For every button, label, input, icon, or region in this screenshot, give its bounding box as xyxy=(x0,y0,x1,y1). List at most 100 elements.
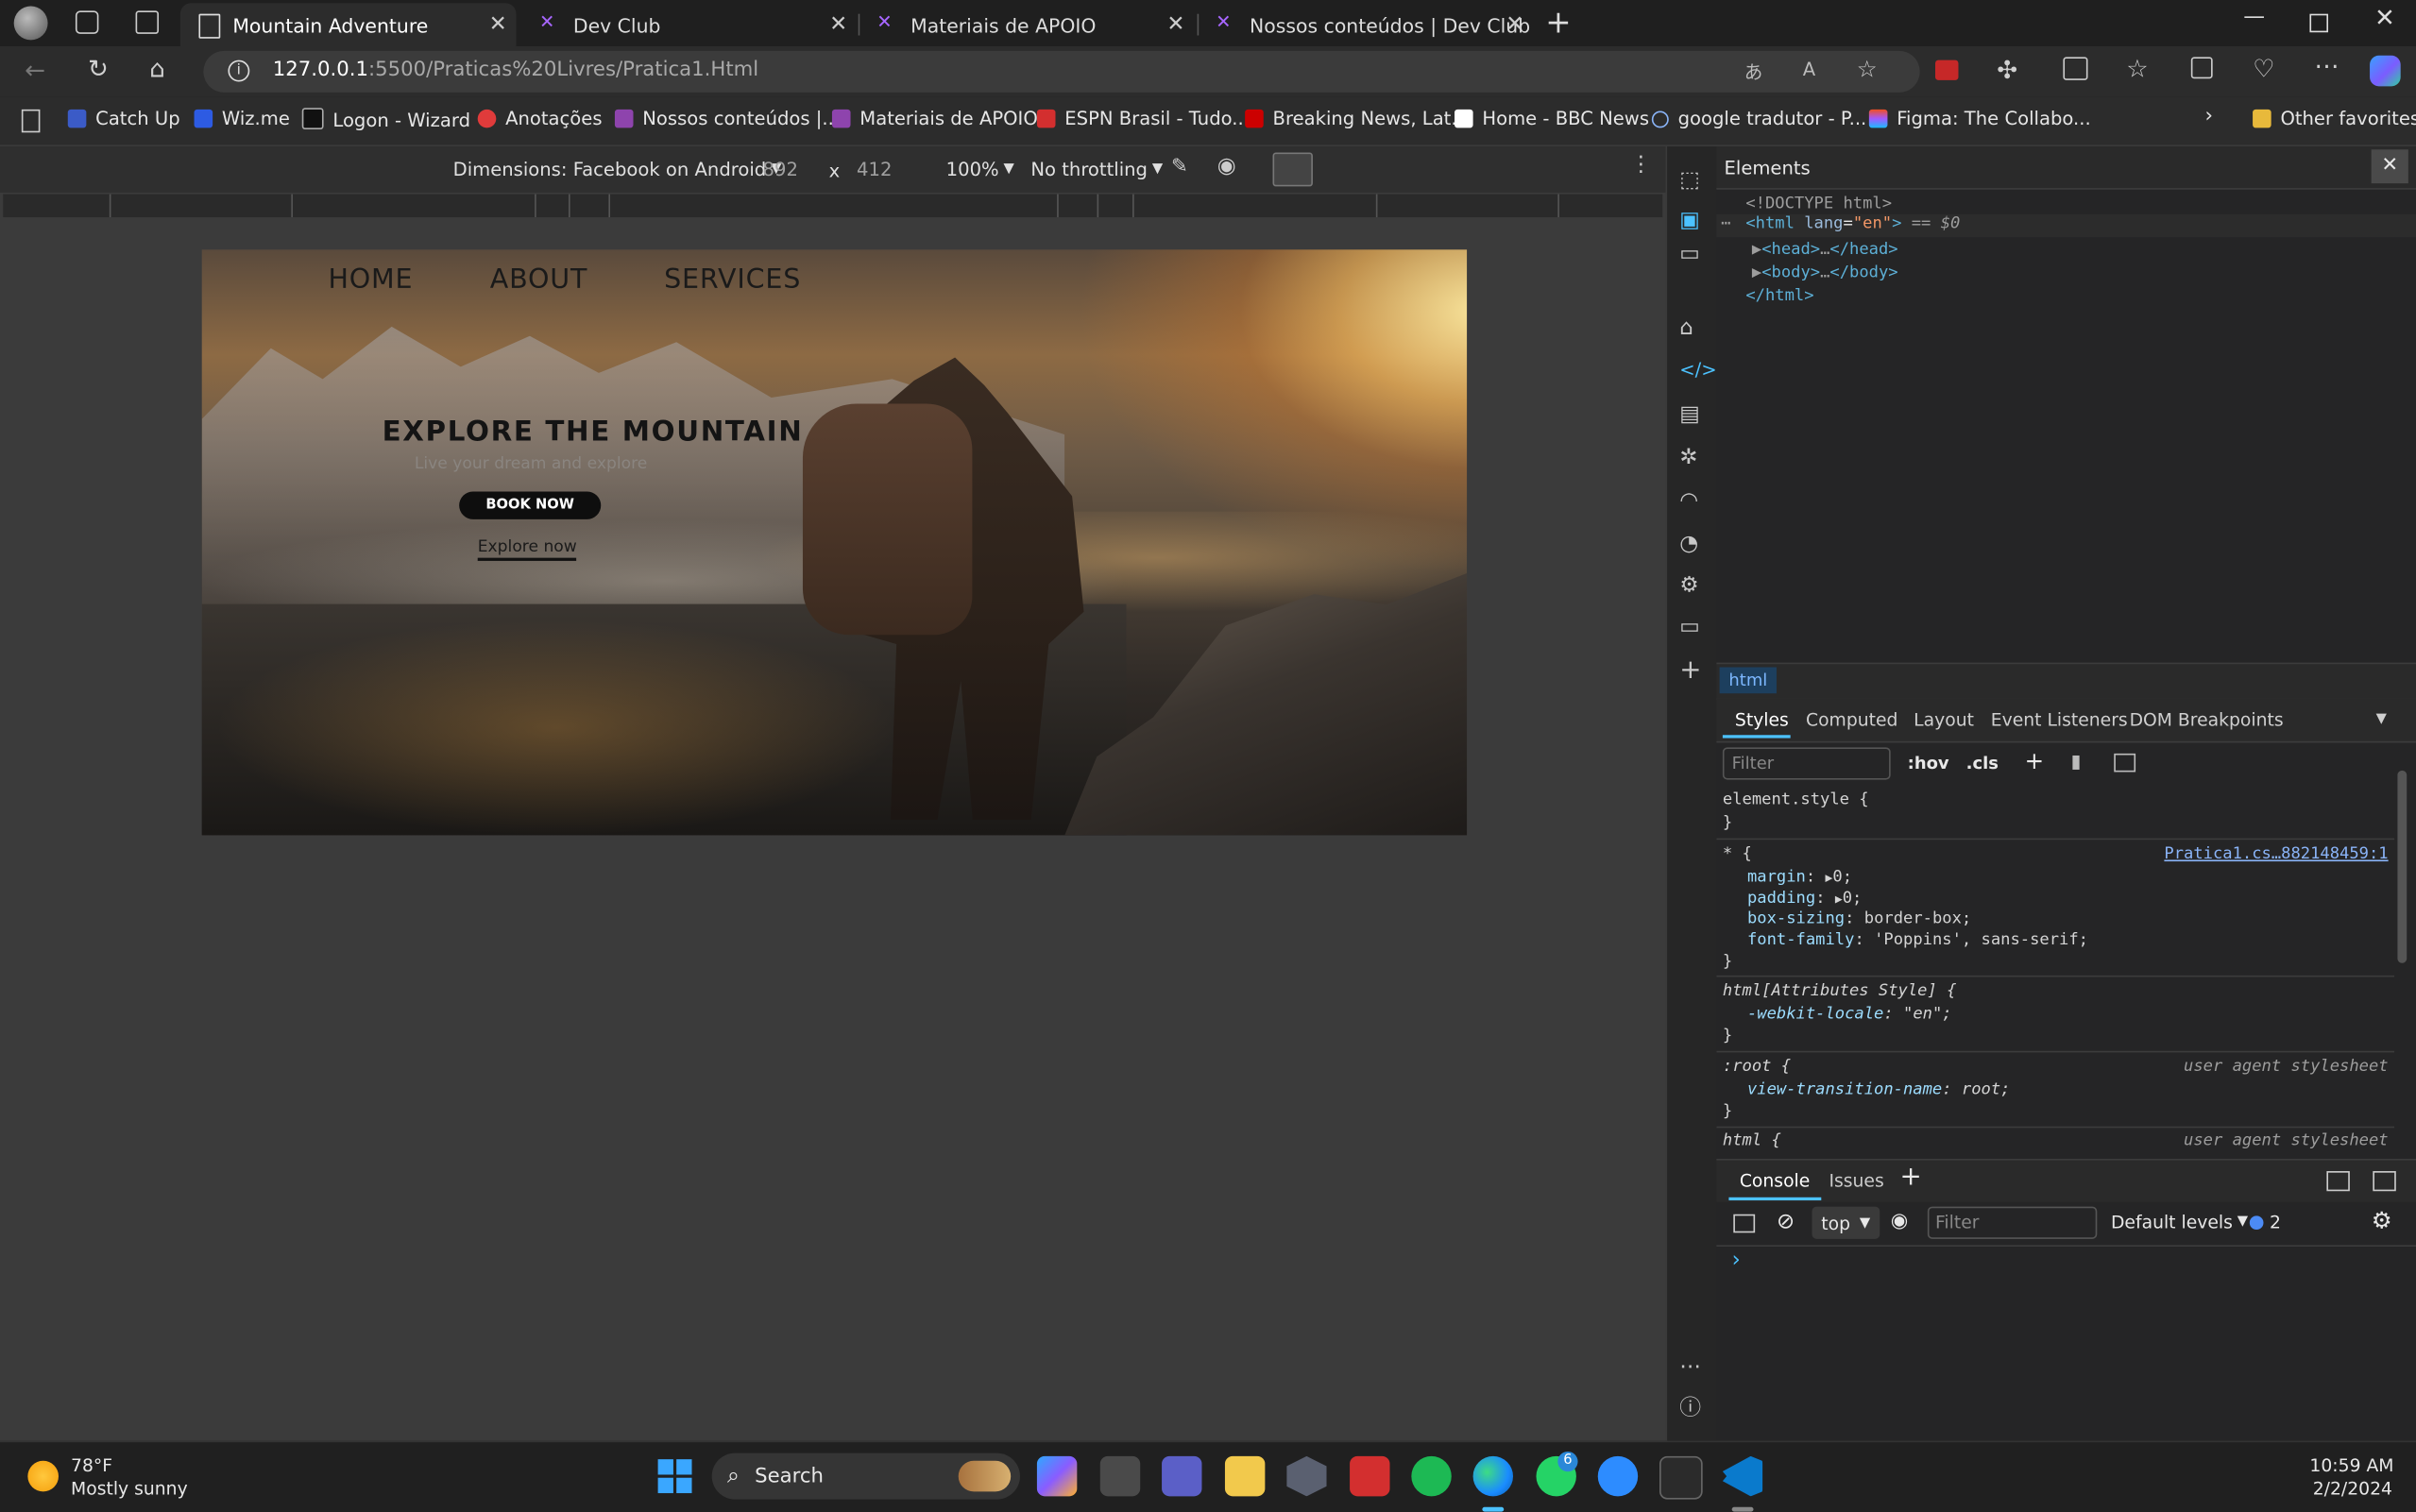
page-icon[interactable] xyxy=(21,109,41,133)
console-prompt[interactable]: › xyxy=(1732,1249,1741,1273)
bookmark-cnn[interactable]: Breaking News, Lat... xyxy=(1245,108,1469,129)
help-icon[interactable]: ⓘ xyxy=(1679,1391,1701,1422)
vscode-icon[interactable] xyxy=(1722,1455,1763,1497)
close-icon[interactable]: ✕ xyxy=(829,12,847,37)
log-levels-select[interactable]: Default levels ▼ xyxy=(2111,1211,2248,1232)
zoom-select[interactable]: 100% ▼ xyxy=(946,159,1014,180)
sidebar-toggle-icon[interactable] xyxy=(2114,753,2136,773)
bookmark-anotacoes[interactable]: Anotações xyxy=(477,108,603,129)
bookmark-logon-wizard[interactable]: Logon - Wizard xyxy=(301,108,470,131)
console-sidebar-icon[interactable] xyxy=(1733,1214,1756,1233)
paint-icon[interactable]: ▮ xyxy=(2071,751,2082,773)
dom-tree[interactable]: <!DOCTYPE html> ⋯ <html lang="en"> == $0… xyxy=(1716,190,2416,660)
tab-computed[interactable]: Computed xyxy=(1806,709,1897,731)
tab-materiais-de-apoio[interactable]: ✕ Materiais de APOIO ✕ xyxy=(859,3,1195,46)
settings-gear-icon[interactable]: ⚙ xyxy=(1679,573,1698,598)
dom-html-close[interactable]: </html> xyxy=(1745,286,1813,305)
close-icon[interactable]: ✕ xyxy=(1506,12,1523,37)
inspect-icon[interactable]: ⬚ xyxy=(1679,168,1700,193)
start-windows-icon[interactable] xyxy=(657,1459,692,1494)
context-select[interactable]: top ▼ xyxy=(1812,1206,1880,1239)
extensions-icon[interactable]: ✣ xyxy=(1997,56,2017,85)
clock-date[interactable]: 2/2/2024 xyxy=(2313,1478,2392,1500)
weather-temp[interactable]: 78°F xyxy=(71,1454,112,1476)
expand-triangle-icon[interactable]: ▶ xyxy=(1752,263,1761,282)
teams-icon[interactable] xyxy=(1162,1455,1202,1497)
site-nav-home[interactable]: HOME xyxy=(328,265,413,297)
new-tab-button[interactable]: + xyxy=(1545,3,1571,40)
close-drawer-icon[interactable] xyxy=(2373,1171,2396,1192)
dom-body[interactable]: ▶<body>…</body> xyxy=(1752,263,1898,282)
taskbar-search[interactable]: ⌕ Search xyxy=(711,1453,1020,1500)
styles-filter-input[interactable]: Filter xyxy=(1722,747,1891,780)
close-devtools-icon[interactable]: ✕ xyxy=(2371,149,2408,184)
height-input[interactable]: 412 xyxy=(857,159,892,180)
favorites-icon[interactable]: ☆ xyxy=(2126,54,2148,83)
collections-icon[interactable] xyxy=(2190,57,2213,79)
application-icon[interactable]: ▭ xyxy=(1679,615,1700,639)
bookmark-nossos-conteudos[interactable]: Nossos conteúdos |... xyxy=(614,108,840,129)
extension-vm-icon[interactable] xyxy=(1935,59,1959,80)
performance-icon[interactable]: ◔ xyxy=(1679,532,1698,556)
close-icon[interactable]: ✕ xyxy=(489,12,507,37)
close-window-button[interactable]: ✕ xyxy=(2374,3,2395,32)
profile-avatar[interactable] xyxy=(13,6,48,41)
tab-event-listeners[interactable]: Event Listeners xyxy=(1991,709,2128,731)
cls-toggle[interactable]: .cls xyxy=(1966,754,1999,773)
elements-icon[interactable]: </> xyxy=(1679,359,1716,381)
spotify-icon[interactable] xyxy=(1411,1455,1452,1497)
book-now-button[interactable]: BOOK NOW xyxy=(459,491,602,519)
eyedropper-icon[interactable]: ✎ xyxy=(1171,156,1188,178)
edge-icon[interactable] xyxy=(1472,1455,1514,1497)
add-drawer-tab-icon[interactable]: + xyxy=(1899,1162,1921,1193)
tab-nossos-conteudos[interactable]: ✕ Nossos conteúdos | Dev Club ✕ xyxy=(1198,3,1534,46)
back-icon[interactable]: ← xyxy=(25,56,45,85)
more-menu-icon[interactable]: ⋯ xyxy=(2314,51,2339,80)
weather-sun-icon[interactable] xyxy=(27,1460,59,1492)
undock-drawer-icon[interactable] xyxy=(2326,1171,2350,1192)
throttling-select[interactable]: No throttling ▼ xyxy=(1030,159,1163,180)
device-posture-icon[interactable] xyxy=(1272,152,1313,187)
stylesheet-source-link[interactable]: Pratica1.cs…882148459:1 xyxy=(2164,844,2388,863)
tab-console[interactable]: Console xyxy=(1740,1169,1810,1191)
more-bookmarks-chevron-icon[interactable]: › xyxy=(2205,105,2213,127)
read-aloud-icon[interactable]: A xyxy=(1803,59,1815,80)
dock-icon[interactable]: ▭ xyxy=(1679,242,1700,266)
new-rule-plus-icon[interactable]: + xyxy=(2025,747,2045,774)
restore-button[interactable] xyxy=(2309,13,2329,33)
dom-doctype[interactable]: <!DOCTYPE html> xyxy=(1745,195,1892,213)
sources-bug-icon[interactable]: ✲ xyxy=(1679,446,1697,470)
console-filter-input[interactable]: Filter xyxy=(1927,1206,2098,1239)
vision-deficiency-icon[interactable]: ◉ xyxy=(1217,154,1236,178)
width-input[interactable]: 892 xyxy=(763,159,798,180)
bookmark-catch-up[interactable]: Catch Up xyxy=(67,108,180,129)
site-info-icon[interactable]: i xyxy=(228,59,250,82)
dom-html-selected[interactable]: ⋯ <html lang="en"> == $0 xyxy=(1716,213,2416,238)
live-expression-eye-icon[interactable]: ◉ xyxy=(1891,1210,1909,1232)
zoom-icon[interactable] xyxy=(1597,1455,1639,1497)
bookmark-google-tradutor[interactable]: google tradutor - P... xyxy=(1651,108,1866,129)
tab-dom-breakpoints[interactable]: DOM Breakpoints xyxy=(2130,709,2284,731)
translate-icon[interactable]: あ xyxy=(1744,59,1763,85)
file-explorer-icon[interactable] xyxy=(1224,1455,1266,1497)
split-screen-icon[interactable] xyxy=(2063,57,2088,80)
device-emulation-icon[interactable]: ▣ xyxy=(1679,208,1700,232)
hov-toggle[interactable]: :hov xyxy=(1908,754,1949,773)
breadcrumb-html[interactable]: html xyxy=(1719,667,1778,694)
dom-head[interactable]: ▶<head>…</head> xyxy=(1752,241,1898,260)
styles-pane[interactable]: element.style { } * { Pratica1.cs…882148… xyxy=(1716,788,2395,1151)
bookmark-figma[interactable]: Figma: The Collabo... xyxy=(1868,108,2091,129)
minimize-button[interactable]: — xyxy=(2243,5,2265,29)
browser-essentials-icon[interactable]: ♡ xyxy=(2253,54,2274,83)
add-tool-icon[interactable]: + xyxy=(1679,654,1701,686)
vertical-tabs-icon[interactable] xyxy=(135,10,160,34)
tab-styles[interactable]: Styles xyxy=(1735,709,1789,731)
other-favorites[interactable]: Other favorites xyxy=(2253,108,2416,129)
issues-counter[interactable]: 2 xyxy=(2249,1211,2281,1232)
bookmark-espn[interactable]: ESPN Brasil - Tudo... xyxy=(1036,108,1250,129)
site-nav-services[interactable]: SERVICES xyxy=(664,265,801,297)
tab-dev-club[interactable]: ✕ Dev Club ✕ xyxy=(520,3,857,46)
media-query-ruler[interactable] xyxy=(3,194,1663,218)
copilot-icon[interactable] xyxy=(2370,55,2401,87)
tab-mountain-adventure[interactable]: Mountain Adventure ✕ xyxy=(179,3,517,46)
